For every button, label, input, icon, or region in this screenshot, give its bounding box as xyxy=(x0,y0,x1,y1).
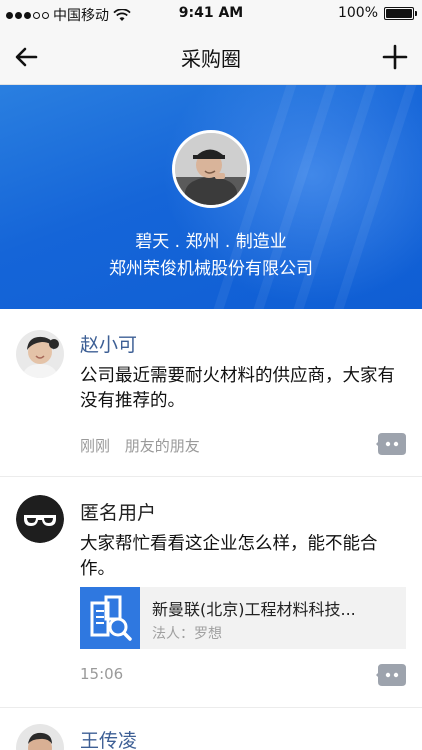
banner-location-line: 碧天 . 郑州 . 制造业 xyxy=(135,232,287,252)
profile-avatar[interactable] xyxy=(172,130,250,208)
page-title: 采购圈 xyxy=(181,47,241,71)
banner-company-name: 郑州荣俊机械股份有限公司 xyxy=(109,259,313,279)
post-relation: 朋友的朋友 xyxy=(124,437,200,455)
post-meta: 15:06 xyxy=(80,665,123,683)
avatar[interactable] xyxy=(16,330,64,378)
shared-company-card[interactable]: 新曼联(北京)工程材料科技... 法人：罗想 xyxy=(80,587,406,649)
company-search-icon xyxy=(80,587,140,649)
profile-banner: 碧天 . 郑州 . 制造业 郑州荣俊机械股份有限公司 xyxy=(0,85,422,309)
feed-post: 匿名用户 大家帮忙看看这企业怎么样，能不能合作。 新曼联(北京)工程材料科技..… xyxy=(0,477,422,707)
post-author-name[interactable]: 赵小可 xyxy=(80,330,137,357)
post-text: 大家帮忙看看这企业怎么样，能不能合作。 xyxy=(80,534,378,579)
nav-bar: 采购圈 xyxy=(0,28,422,85)
post-author-name[interactable]: 匿名用户 xyxy=(80,498,156,525)
avatar[interactable] xyxy=(16,724,64,750)
battery-percent: 100% xyxy=(337,5,378,21)
shared-company-legal-person: 法人：罗想 xyxy=(152,626,222,642)
status-right: 100% xyxy=(337,5,417,21)
anonymous-avatar-icon[interactable] xyxy=(16,495,64,543)
shared-company-title: 新曼联(北京)工程材料科技... xyxy=(152,600,356,619)
post-time: 刚刚 xyxy=(80,437,111,455)
post-text: 公司最近需要耐火材料的供应商，大家有没有推荐的。 xyxy=(80,366,395,411)
post-time: 15:06 xyxy=(80,665,124,683)
comment-icon[interactable] xyxy=(376,433,406,455)
comment-icon[interactable] xyxy=(376,664,406,686)
battery-icon xyxy=(384,6,417,20)
status-bar: 中国移动 9:41 AM 100% xyxy=(0,0,422,28)
post-meta: 刚刚 朋友的朋友 xyxy=(80,435,200,456)
post-author-name[interactable]: 王传凌 xyxy=(80,726,137,750)
plus-icon[interactable] xyxy=(380,42,410,72)
feed-post: 赵小可 公司最近需要耐火材料的供应商，大家有没有推荐的。 刚刚 朋友的朋友 xyxy=(0,309,422,476)
feed-post: 王传凌 xyxy=(0,708,422,750)
